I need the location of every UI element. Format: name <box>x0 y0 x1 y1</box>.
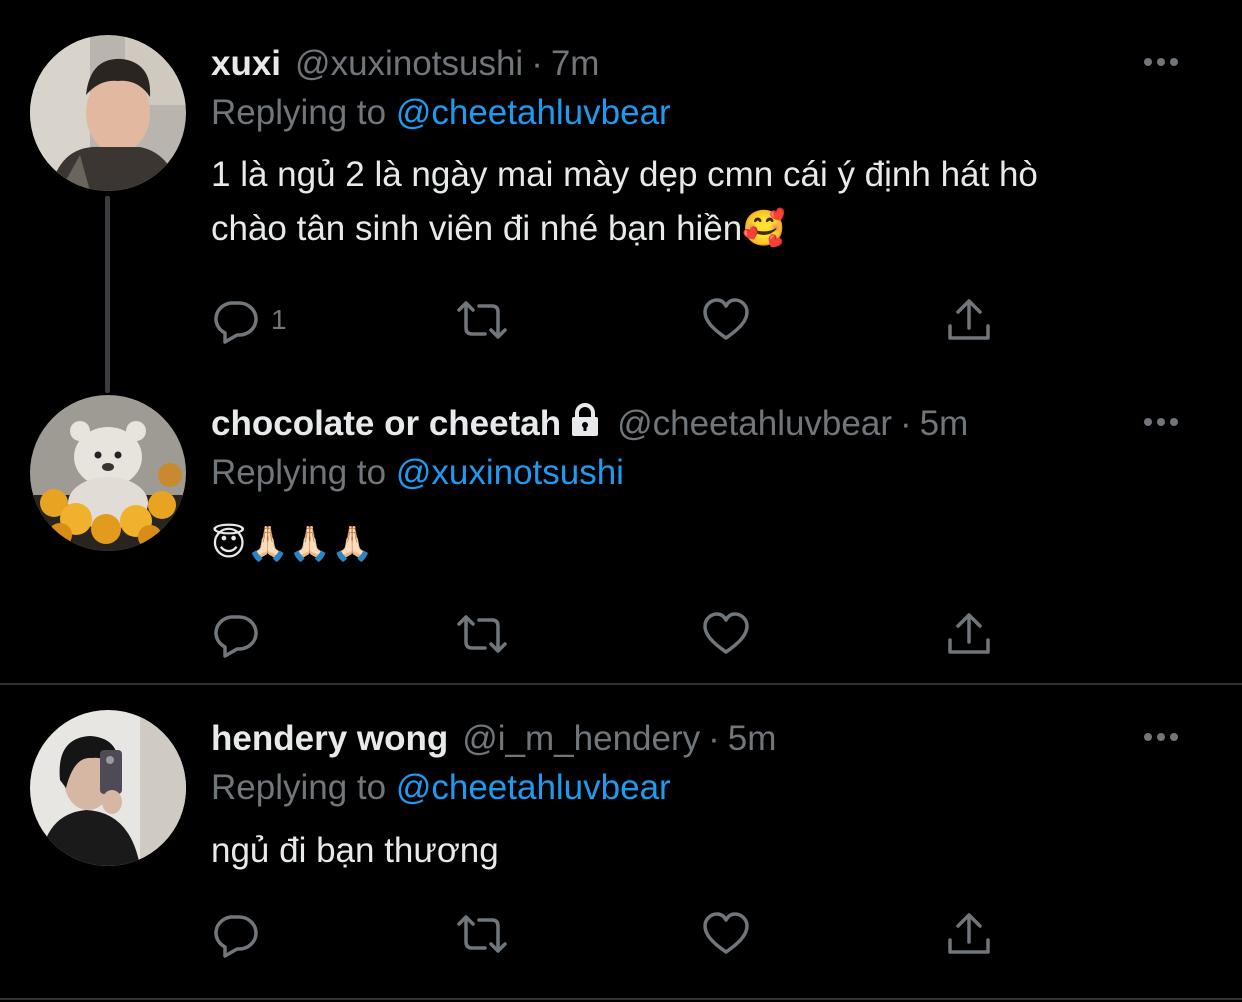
tweet-header: chocolate or cheetah @cheetahluvbear · 5… <box>211 402 969 447</box>
tweet-text-line-2-text: chào tân sinh viên đi nhé bạn hiền <box>211 209 743 248</box>
share-icon <box>944 296 994 344</box>
tweet-actions: 1 <box>211 296 1011 344</box>
reply-button[interactable] <box>211 910 271 958</box>
replying-to-label: Replying to <box>211 93 396 132</box>
tweet-text: ngủ đi bạn thương <box>211 824 1171 878</box>
retweet-icon <box>453 296 511 344</box>
more-icon[interactable] <box>1140 52 1182 72</box>
share-button[interactable] <box>944 910 994 958</box>
tweet-text: 😇🙏🏻🙏🏻🙏🏻 <box>211 522 1171 566</box>
tweet-actions <box>211 910 1011 958</box>
timestamp[interactable]: 7m <box>551 44 600 84</box>
smiling-hearts-emoji: 🥰 <box>742 209 786 249</box>
replying-to-label: Replying to <box>211 768 396 807</box>
retweet-icon <box>453 910 511 958</box>
share-icon <box>944 910 994 958</box>
timestamp[interactable]: 5m <box>728 719 777 759</box>
user-handle[interactable]: @cheetahluvbear <box>617 404 892 444</box>
reply-button[interactable] <box>211 610 271 658</box>
separator-dot: · <box>708 719 720 758</box>
like-button[interactable] <box>701 296 751 344</box>
reply-button[interactable]: 1 <box>211 296 287 344</box>
retweet-button[interactable] <box>453 296 511 344</box>
tweet-actions <box>211 610 1011 658</box>
replying-to: Replying to @cheetahluvbear <box>211 93 671 133</box>
share-button[interactable] <box>944 296 994 344</box>
separator-dot: · <box>531 44 543 83</box>
tweet-hendery-wong[interactable]: hendery wong @i_m_hendery · 5m Replying … <box>0 686 1242 986</box>
tweet-text-line-2: chào tân sinh viên đi nhé bạn hiền🥰 <box>211 202 1171 256</box>
mention-link[interactable]: @xuxinotsushi <box>396 453 624 492</box>
like-button[interactable] <box>701 910 751 958</box>
thread-line <box>105 196 110 393</box>
timestamp[interactable]: 5m <box>920 404 969 444</box>
display-name[interactable]: chocolate or cheetah <box>211 404 561 444</box>
reply-icon <box>211 610 261 658</box>
tweet-text-line-1: ngủ đi bạn thương <box>211 831 499 870</box>
reply-icon <box>211 296 261 344</box>
user-handle[interactable]: @xuxinotsushi <box>295 44 523 84</box>
like-icon <box>701 296 751 344</box>
replying-to: Replying to @cheetahluvbear <box>211 768 671 808</box>
avatar[interactable] <box>30 710 186 866</box>
emoji-text: 😇🙏🏻🙏🏻🙏🏻 <box>211 524 374 564</box>
separator-dot: · <box>899 404 912 443</box>
avatar[interactable] <box>30 395 186 551</box>
mention-link[interactable]: @cheetahluvbear <box>396 93 671 132</box>
replying-to-label: Replying to <box>211 453 396 492</box>
tweet-header: xuxi @xuxinotsushi · 7m <box>211 44 599 84</box>
display-name[interactable]: xuxi <box>211 44 281 84</box>
like-icon <box>701 610 751 658</box>
retweet-button[interactable] <box>453 910 511 958</box>
reply-count: 1 <box>271 304 287 335</box>
lock-icon <box>567 402 603 447</box>
retweet-icon <box>453 610 511 658</box>
share-icon <box>944 610 994 658</box>
tweet-text: 1 là ngủ 2 là ngày mai mày dẹp cmn cái ý… <box>211 148 1171 256</box>
tweet-divider <box>0 998 1242 1000</box>
like-icon <box>701 910 751 958</box>
like-button[interactable] <box>701 610 751 658</box>
share-button[interactable] <box>944 610 994 658</box>
mention-link[interactable]: @cheetahluvbear <box>396 768 671 807</box>
avatar[interactable] <box>30 35 186 191</box>
more-icon[interactable] <box>1140 727 1182 747</box>
tweet-divider <box>0 683 1242 685</box>
tweet-xuxi[interactable]: xuxi @xuxinotsushi · 7m Replying to @che… <box>0 0 1242 393</box>
replying-to: Replying to @xuxinotsushi <box>211 453 624 493</box>
tweet-chocolate-or-cheetah[interactable]: chocolate or cheetah @cheetahluvbear · 5… <box>0 380 1242 682</box>
retweet-button[interactable] <box>453 610 511 658</box>
more-icon[interactable] <box>1140 412 1182 432</box>
user-handle[interactable]: @i_m_hendery <box>462 719 700 759</box>
display-name[interactable]: hendery wong <box>211 719 448 759</box>
tweet-text-line-1: 1 là ngủ 2 là ngày mai mày dẹp cmn cái ý… <box>211 155 1038 194</box>
reply-icon <box>211 910 261 958</box>
tweet-header: hendery wong @i_m_hendery · 5m <box>211 719 776 759</box>
